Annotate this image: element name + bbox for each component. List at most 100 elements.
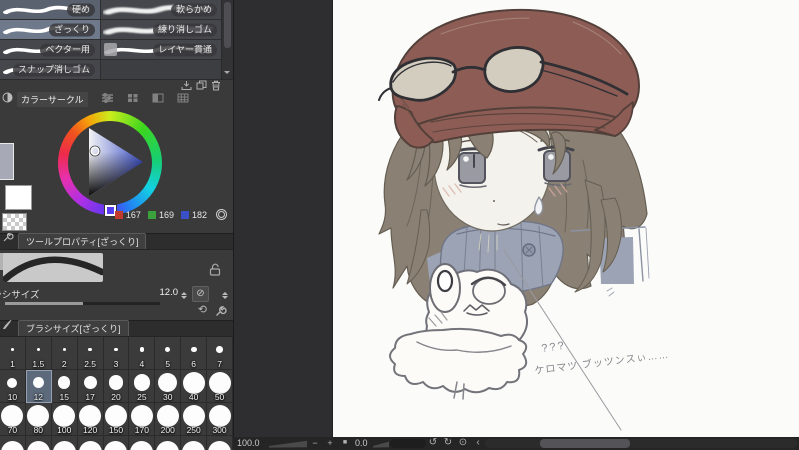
tool-property-header: ツールプロパティ[ざっくり]	[0, 232, 233, 250]
rgb-green: 169	[147, 210, 174, 220]
undo-button[interactable]: ↺	[427, 437, 439, 449]
lock-icon[interactable]	[209, 263, 221, 279]
tab-color-slider-icon[interactable]	[101, 90, 114, 108]
brush-size-3[interactable]: 3	[103, 337, 130, 370]
canvas[interactable]: ??? ケロマツ ブッツンスぃ……	[332, 0, 799, 437]
brush-size-20[interactable]: 20	[103, 370, 130, 403]
brush-size-slider[interactable]	[5, 302, 160, 305]
trash-icon[interactable]	[211, 80, 221, 91]
rotation-slider[interactable]	[373, 441, 389, 448]
rotation-track[interactable]	[390, 439, 426, 448]
layer-chip-icon	[104, 43, 117, 56]
tab-approx-color-icon[interactable]	[177, 90, 189, 108]
redo-button[interactable]: ↻	[442, 437, 454, 449]
brush-size-120[interactable]: 120	[77, 403, 104, 436]
reset-defaults-icon[interactable]: ⟲	[198, 305, 207, 316]
rgb-readout: 167 169 182	[114, 210, 207, 220]
brush-item-6[interactable]: スナップ消しゴム	[0, 60, 100, 79]
secondary-color-swatch[interactable]	[5, 185, 32, 210]
brush-size-partial[interactable]	[207, 436, 233, 450]
brush-size-150[interactable]: 150	[103, 403, 130, 436]
brush-size-partial[interactable]	[26, 436, 52, 450]
brush-size-5[interactable]: 5	[155, 337, 182, 370]
color-circle-icon	[2, 90, 13, 108]
brush-size-2[interactable]: 2	[51, 337, 78, 370]
brush-list: 硬め 軟らかめざっくり 練り消しゴム ベクター用 レイヤー貫通 スナップ消しゴム	[0, 0, 233, 79]
brush-size-2.5[interactable]: 2.5	[77, 337, 104, 370]
brush-item-3[interactable]: 練り消しゴム	[101, 20, 222, 39]
brush-size-partial[interactable]	[181, 436, 208, 450]
brush-size-6[interactable]: 6	[181, 337, 208, 370]
transparent-swatch[interactable]	[2, 213, 27, 231]
brush-size-12[interactable]: 12	[25, 370, 52, 403]
brush-item-0[interactable]: 硬め	[0, 0, 100, 19]
brush-size-30[interactable]: 30	[155, 370, 182, 403]
fit-view-button[interactable]: ■	[339, 437, 351, 449]
horizontal-scrollbar[interactable]	[485, 439, 797, 448]
tab-color-set-icon[interactable]	[127, 90, 139, 108]
rgb-blue: 182	[180, 210, 207, 220]
left-panel: 硬め 軟らかめざっくり 練り消しゴム ベクター用 レイヤー貫通 スナップ消しゴム	[0, 0, 234, 450]
brush-size-partial[interactable]	[52, 436, 78, 450]
brush-size-10[interactable]: 10	[0, 370, 26, 403]
brush-size-4[interactable]: 4	[129, 337, 156, 370]
brush-item-2[interactable]: ざっくり	[0, 20, 100, 39]
zoom-value[interactable]: 100.0	[237, 438, 260, 448]
reset-view-button[interactable]: ⊙	[457, 437, 469, 449]
brush-size-15[interactable]: 15	[51, 370, 78, 403]
brush-item-empty[interactable]	[101, 60, 222, 79]
stroke-preview	[3, 253, 103, 282]
brush-item-label: 軟らかめ	[170, 3, 217, 16]
brush-size-80[interactable]: 80	[25, 403, 52, 436]
duplicate-icon[interactable]	[196, 80, 207, 91]
brush-size-partial[interactable]	[0, 436, 26, 450]
scrollbar-thumb[interactable]	[540, 439, 630, 448]
brush-size-70[interactable]: 70	[0, 403, 26, 436]
brush-size-value[interactable]: 12.0	[160, 287, 179, 298]
color-panel-header: カラーサークル	[0, 91, 233, 107]
zoom-out-button[interactable]: −	[309, 437, 321, 449]
zoom-in-button[interactable]: +	[324, 437, 336, 449]
scroll-down-button[interactable]	[222, 68, 233, 78]
brush-size-partial[interactable]	[78, 436, 104, 450]
brush-list-scrollbar[interactable]	[221, 0, 233, 79]
collapse-button[interactable]: ‹	[472, 437, 484, 449]
brush-size-50[interactable]: 50	[207, 370, 233, 403]
param-spinner[interactable]	[222, 289, 229, 302]
color-circle-panel: カラーサークル 167 169 182	[0, 91, 233, 233]
brush-item-4[interactable]: ベクター用	[0, 40, 100, 59]
brush-size-170[interactable]: 170	[129, 403, 156, 436]
pasteboard	[234, 0, 332, 437]
brush-size-partial[interactable]	[104, 436, 130, 450]
size-spinner[interactable]	[181, 289, 188, 302]
zoom-slider[interactable]	[269, 440, 307, 448]
brush-item-1[interactable]: 軟らかめ	[101, 0, 222, 19]
brush-size-100[interactable]: 100	[51, 403, 78, 436]
brush-size-17[interactable]: 17	[77, 370, 104, 403]
brush-size-1.5[interactable]: 1.5	[25, 337, 52, 370]
brush-item-5[interactable]: レイヤー貫通	[101, 40, 222, 59]
scrollbar-thumb[interactable]	[224, 2, 231, 48]
brush-actions-bar	[0, 79, 233, 91]
brush-size-200[interactable]: 200	[155, 403, 182, 436]
brush-size-40[interactable]: 40	[181, 370, 208, 403]
advanced-settings-icon[interactable]	[215, 305, 227, 320]
brush-size-partial[interactable]	[129, 436, 156, 450]
brush-size-partial[interactable]	[155, 436, 182, 450]
brush-size-300[interactable]: 300	[207, 403, 233, 436]
color-mode-icon[interactable]	[216, 209, 227, 220]
brush-size-25[interactable]: 25	[129, 370, 156, 403]
sv-triangle[interactable]	[87, 125, 145, 199]
tab-mixing-icon[interactable]	[152, 90, 164, 108]
dynamics-button[interactable]: ⊘	[192, 286, 209, 302]
primary-color-swatch[interactable]	[0, 143, 14, 180]
brush-item-label: 硬め	[66, 3, 95, 16]
brush-item-label: ざっくり	[48, 23, 95, 36]
brush-size-250[interactable]: 250	[181, 403, 208, 436]
tab-color-circle[interactable]: カラーサークル	[17, 91, 88, 107]
tool-property-title[interactable]: ツールプロパティ[ざっくり]	[18, 233, 147, 249]
brush-size-1[interactable]: 1	[0, 337, 26, 370]
brush-size-7[interactable]: 7	[207, 337, 233, 370]
rotation-value[interactable]: 0.0	[355, 438, 368, 448]
brush-size-title[interactable]: ブラシサイズ[ざっくり]	[18, 320, 129, 336]
